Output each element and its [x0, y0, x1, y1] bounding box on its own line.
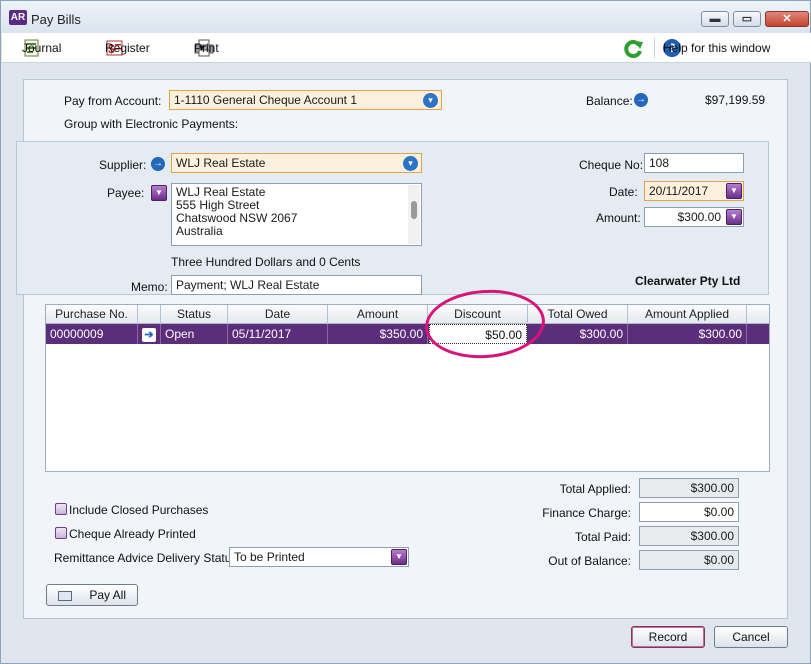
- print-button[interactable]: Print ▾: [194, 38, 222, 58]
- supplier-section: Supplier: → WLJ Real Estate ▾ Payee: ▼ W…: [16, 141, 769, 295]
- supplier-arrow-icon[interactable]: →: [151, 157, 165, 171]
- date-label: Date:: [609, 185, 638, 199]
- table-row[interactable]: 00000009 ➔ Open 05/11/2017 $350.00 $50.0…: [46, 324, 769, 344]
- minimize-icon: ▬: [709, 13, 721, 25]
- help-label: Help for this window: [663, 41, 771, 55]
- table-header: Purchase No. Status Date Amount Discount…: [46, 305, 769, 324]
- pay-from-account-value: 1-1110 General Cheque Account 1: [174, 93, 358, 107]
- help-button[interactable]: ? Help for this window: [663, 38, 770, 58]
- balance-value: $97,199.59: [705, 93, 766, 107]
- cell-date[interactable]: 05/11/2017: [228, 324, 328, 344]
- total-applied-label: Total Applied:: [559, 482, 631, 496]
- window-title: Pay Bills: [31, 12, 81, 27]
- col-amount-applied[interactable]: Amount Applied: [628, 305, 747, 324]
- toolbar: Journal $ Register Print ▾ ? Help for th…: [2, 33, 811, 63]
- group-electronic-label: Group with Electronic Payments:: [64, 117, 239, 131]
- pay-bills-window: AR Pay Bills ▬ ▭ ✕ Journal $ Register Pr…: [0, 0, 811, 664]
- amount-value: $300.00: [677, 210, 721, 224]
- finance-charge-label: Finance Charge:: [542, 506, 631, 520]
- total-applied-field: $300.00: [639, 478, 739, 498]
- payee-scrollbar[interactable]: [408, 185, 420, 244]
- cheque-no-value: 108: [649, 156, 670, 170]
- cancel-button[interactable]: Cancel: [714, 626, 788, 648]
- payee-line: Australia: [176, 224, 223, 238]
- bills-table: Purchase No. Status Date Amount Discount…: [45, 304, 770, 472]
- close-icon: ✕: [782, 13, 792, 25]
- amount-label: Amount:: [596, 211, 641, 225]
- include-closed-label: Include Closed Purchases: [69, 503, 209, 517]
- print-dropdown-icon: ▾: [199, 42, 205, 54]
- memo-field[interactable]: Payment; WLJ Real Estate: [171, 275, 422, 295]
- supplier-field[interactable]: WLJ Real Estate: [171, 153, 422, 173]
- purchase-arrow-icon[interactable]: ➔: [142, 328, 156, 342]
- cheque-printed-checkbox[interactable]: [55, 527, 67, 539]
- pay-from-label: Pay from Account:: [64, 94, 162, 108]
- journal-label: Journal: [22, 41, 62, 55]
- close-button[interactable]: ✕: [765, 11, 809, 27]
- cheque-no-label: Cheque No:: [579, 158, 644, 172]
- print-label: Print: [194, 41, 219, 55]
- date-value: 20/11/2017: [649, 184, 709, 198]
- pay-from-account-field[interactable]: 1-1110 General Cheque Account 1: [169, 90, 442, 110]
- supplier-dropdown-icon[interactable]: ▾: [403, 156, 418, 171]
- memo-label: Memo:: [131, 280, 168, 294]
- out-of-balance-field: $0.00: [639, 550, 739, 570]
- minimize-button[interactable]: ▬: [701, 11, 729, 27]
- out-of-balance-value: $0.00: [703, 553, 734, 567]
- scrollbar-thumb[interactable]: [411, 201, 417, 219]
- register-button[interactable]: $ Register: [105, 38, 150, 58]
- date-picker-icon[interactable]: ▼: [726, 183, 742, 199]
- amount-in-words: Three Hundred Dollars and 0 Cents: [171, 255, 361, 269]
- balance-label: Balance:: [586, 94, 633, 108]
- cell-amount[interactable]: $350.00: [328, 324, 428, 344]
- record-button[interactable]: Record: [631, 626, 705, 648]
- supplier-label: Supplier:: [99, 158, 147, 172]
- pay-all-button[interactable]: Pay All: [46, 584, 138, 606]
- maximize-button[interactable]: ▭: [733, 11, 761, 27]
- col-date[interactable]: Date: [228, 305, 328, 324]
- main-panel: Pay from Account: 1-1110 General Cheque …: [16, 79, 788, 619]
- remittance-dropdown-icon[interactable]: ▼: [391, 549, 407, 565]
- out-of-balance-label: Out of Balance:: [548, 554, 631, 568]
- title-bar: AR Pay Bills ▬ ▭ ✕: [1, 1, 810, 33]
- remittance-value: To be Printed: [234, 550, 305, 564]
- pay-all-icon: [57, 590, 72, 601]
- memo-value: Payment; WLJ Real Estate: [176, 278, 320, 292]
- balance-arrow-icon[interactable]: →: [634, 93, 648, 107]
- register-label: Register: [105, 41, 150, 55]
- company-name: Clearwater Pty Ltd: [635, 274, 741, 288]
- refresh-button[interactable]: [623, 38, 651, 59]
- remittance-select[interactable]: To be Printed: [229, 547, 409, 567]
- col-status[interactable]: Status: [161, 305, 228, 324]
- cheque-no-field[interactable]: 108: [644, 153, 744, 173]
- cell-status[interactable]: Open: [161, 324, 228, 344]
- cell-amount-applied[interactable]: $300.00: [628, 324, 747, 344]
- col-amount[interactable]: Amount: [328, 305, 428, 324]
- amount-dropdown-icon[interactable]: ▼: [726, 209, 742, 225]
- include-closed-checkbox[interactable]: [55, 503, 67, 515]
- app-logo-icon: AR: [9, 10, 27, 25]
- purchase-link-cell[interactable]: ➔: [138, 324, 161, 344]
- payee-address-box[interactable]: WLJ Real Estate 555 High Street Chatswoo…: [171, 183, 422, 246]
- toolbar-divider: [654, 38, 655, 58]
- total-paid-label: Total Paid:: [574, 530, 631, 544]
- finance-charge-field[interactable]: $0.00: [639, 502, 739, 522]
- finance-charge-value: $0.00: [703, 505, 734, 519]
- cell-purchase-no[interactable]: 00000009: [46, 324, 138, 344]
- journal-button[interactable]: Journal: [22, 38, 61, 58]
- refresh-icon: [623, 39, 643, 59]
- maximize-icon: ▭: [741, 13, 753, 25]
- supplier-value: WLJ Real Estate: [176, 156, 266, 170]
- pay-from-dropdown-icon[interactable]: ▾: [423, 93, 438, 108]
- payee-label: Payee:: [107, 186, 145, 200]
- col-link: [138, 305, 161, 324]
- total-paid-field: $300.00: [639, 526, 739, 546]
- remittance-label: Remittance Advice Delivery Status:: [54, 551, 241, 565]
- payee-dropdown-icon[interactable]: ▼: [151, 185, 167, 201]
- total-applied-value: $300.00: [690, 481, 734, 495]
- total-paid-value: $300.00: [690, 529, 734, 543]
- cheque-printed-label: Cheque Already Printed: [69, 527, 196, 541]
- col-purchase-no[interactable]: Purchase No.: [46, 305, 138, 324]
- pay-all-label: Pay All: [89, 588, 127, 602]
